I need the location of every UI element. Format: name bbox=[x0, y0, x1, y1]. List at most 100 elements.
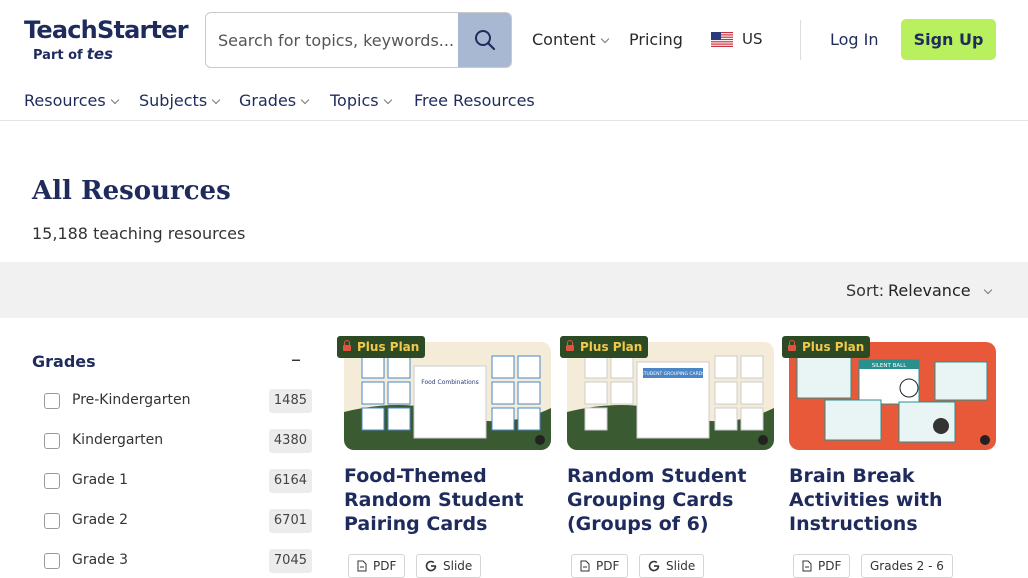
grade-count-badge: 4380 bbox=[268, 429, 312, 453]
resource-card: Plus Plan SILENT BALL Brain Break Activi… bbox=[782, 336, 999, 578]
chevron-down-icon bbox=[383, 95, 392, 105]
lock-icon bbox=[566, 340, 574, 351]
chevron-down-icon bbox=[600, 34, 609, 44]
nav-grades[interactable]: Grades bbox=[239, 91, 310, 110]
tag-label: Slide bbox=[666, 559, 696, 573]
us-flag-icon bbox=[711, 32, 733, 47]
signup-button[interactable]: Sign Up bbox=[901, 19, 996, 60]
lock-icon bbox=[788, 340, 796, 351]
resource-thumbnail[interactable]: STUDENT GROUPING CARDS bbox=[567, 342, 774, 450]
grade-count-badge: 6701 bbox=[268, 509, 312, 533]
pdf-icon bbox=[802, 560, 812, 572]
badge-label: Plus Plan bbox=[802, 340, 865, 354]
grade-filter-item[interactable]: Pre-Kindergarten 1485 bbox=[44, 389, 312, 413]
grade-label: Grade 3 bbox=[72, 552, 129, 568]
badge-label: Plus Plan bbox=[580, 340, 643, 354]
format-tag-pdf: PDF bbox=[348, 554, 406, 578]
tes-logo: tes bbox=[86, 45, 113, 63]
collapse-icon[interactable]: – bbox=[288, 346, 304, 372]
sort-dropdown[interactable]: Relevance bbox=[888, 281, 992, 300]
grade-label: Grade 2 bbox=[72, 512, 129, 528]
pricing-link[interactable]: Pricing bbox=[629, 30, 683, 49]
nav-resources[interactable]: Resources bbox=[24, 91, 119, 110]
resource-thumbnail[interactable]: SILENT BALL bbox=[789, 342, 996, 450]
thumbnail-illustration: SILENT BALL bbox=[789, 342, 996, 450]
header-divider bbox=[800, 20, 801, 60]
search-box bbox=[205, 12, 512, 68]
resource-card: Plus Plan Food Combinations Food-Themed … bbox=[337, 336, 554, 578]
checkbox[interactable] bbox=[44, 433, 60, 449]
grade-filter-item[interactable]: Grade 2 6701 bbox=[44, 509, 312, 533]
lock-icon bbox=[343, 340, 351, 351]
thumbnail-illustration: STUDENT GROUPING CARDS bbox=[567, 342, 774, 450]
tag-label: Slide bbox=[443, 559, 473, 573]
pdf-icon bbox=[580, 560, 590, 572]
grade-label: Kindergarten bbox=[72, 432, 164, 448]
grades-filter-title[interactable]: Grades bbox=[32, 352, 96, 371]
search-button[interactable] bbox=[458, 13, 511, 67]
sort-bar: Sort: Relevance bbox=[0, 262, 1028, 318]
checkbox[interactable] bbox=[44, 473, 60, 489]
search-icon bbox=[474, 30, 495, 51]
teachstarter-logo[interactable]: TeachStarter Part of tes bbox=[24, 16, 189, 66]
content-menu[interactable]: Content bbox=[532, 30, 609, 49]
login-link[interactable]: Log In bbox=[830, 30, 879, 49]
nav-topics-label: Topics bbox=[330, 91, 379, 110]
logo-subtitle: Part of tes bbox=[33, 44, 189, 66]
grade-range-tag: Grades 2 - 6 bbox=[861, 554, 953, 578]
page-title: All Resources bbox=[32, 176, 231, 206]
content-menu-label: Content bbox=[532, 30, 596, 49]
chevron-down-icon bbox=[983, 285, 992, 295]
thumbnail-illustration: Food Combinations bbox=[344, 342, 551, 450]
grade-count-badge: 6164 bbox=[268, 469, 312, 493]
plus-plan-badge: Plus Plan bbox=[560, 336, 649, 358]
format-tag-slide: Slide bbox=[639, 554, 705, 578]
nav-topics[interactable]: Topics bbox=[330, 91, 392, 110]
resource-count: 15,188 teaching resources bbox=[32, 224, 246, 243]
plus-plan-badge: Plus Plan bbox=[782, 336, 871, 358]
logo-wordmark: TeachStarter bbox=[24, 16, 189, 44]
tag-label: PDF bbox=[596, 559, 620, 573]
checkbox[interactable] bbox=[44, 513, 60, 529]
logo-sub-prefix: Part of bbox=[33, 48, 83, 63]
nav-subjects[interactable]: Subjects bbox=[139, 91, 221, 110]
region-selector[interactable]: US bbox=[742, 30, 763, 48]
grade-filter-item[interactable]: Grade 1 6164 bbox=[44, 469, 312, 493]
site-header: TeachStarter Part oftes Content Pricing … bbox=[0, 0, 1028, 121]
pdf-icon bbox=[357, 560, 367, 572]
google-icon bbox=[425, 560, 437, 572]
search-input[interactable] bbox=[206, 13, 459, 67]
nav-free-resources[interactable]: Free Resources bbox=[414, 91, 535, 110]
chevron-down-icon bbox=[110, 95, 119, 105]
resource-title[interactable]: Random Student Grouping Cards (Groups of… bbox=[567, 464, 777, 536]
resource-title[interactable]: Brain Break Activities with Instructions bbox=[789, 464, 999, 536]
chevron-down-icon bbox=[300, 95, 310, 105]
thumbnail-title: STUDENT GROUPING CARDS bbox=[641, 371, 705, 377]
resource-card: Plus Plan STUDENT GROUPING CARDS Random … bbox=[560, 336, 777, 578]
sort-value: Relevance bbox=[888, 281, 971, 300]
thumbnail-title: SILENT BALL bbox=[872, 363, 907, 369]
tag-label: Grades 2 - 6 bbox=[870, 559, 944, 573]
sort-label: Sort: bbox=[846, 281, 885, 300]
grade-label: Grade 1 bbox=[72, 472, 129, 488]
grade-filter-item[interactable]: Kindergarten 4380 bbox=[44, 429, 312, 453]
tag-label: PDF bbox=[818, 559, 842, 573]
format-tag-pdf: PDF bbox=[793, 554, 851, 578]
badge-label: Plus Plan bbox=[357, 340, 420, 354]
thumbnail-title: Food Combinations bbox=[421, 379, 479, 386]
grade-filter-item[interactable]: Grade 3 7045 bbox=[44, 549, 312, 573]
checkbox[interactable] bbox=[44, 393, 60, 409]
tag-label: PDF bbox=[373, 559, 397, 573]
grade-count-badge: 1485 bbox=[268, 389, 312, 413]
nav-grades-label: Grades bbox=[239, 91, 297, 110]
format-tag-slide: Slide bbox=[416, 554, 482, 578]
nav-resources-label: Resources bbox=[24, 91, 106, 110]
checkbox[interactable] bbox=[44, 553, 60, 569]
nav-subjects-label: Subjects bbox=[139, 91, 208, 110]
resource-title[interactable]: Food-Themed Random Student Pairing Cards bbox=[344, 464, 554, 536]
plus-plan-badge: Plus Plan bbox=[337, 336, 426, 358]
format-tag-pdf: PDF bbox=[571, 554, 629, 578]
resource-thumbnail[interactable]: Food Combinations bbox=[344, 342, 551, 450]
grade-label: Pre-Kindergarten bbox=[72, 392, 191, 408]
google-icon bbox=[648, 560, 660, 572]
